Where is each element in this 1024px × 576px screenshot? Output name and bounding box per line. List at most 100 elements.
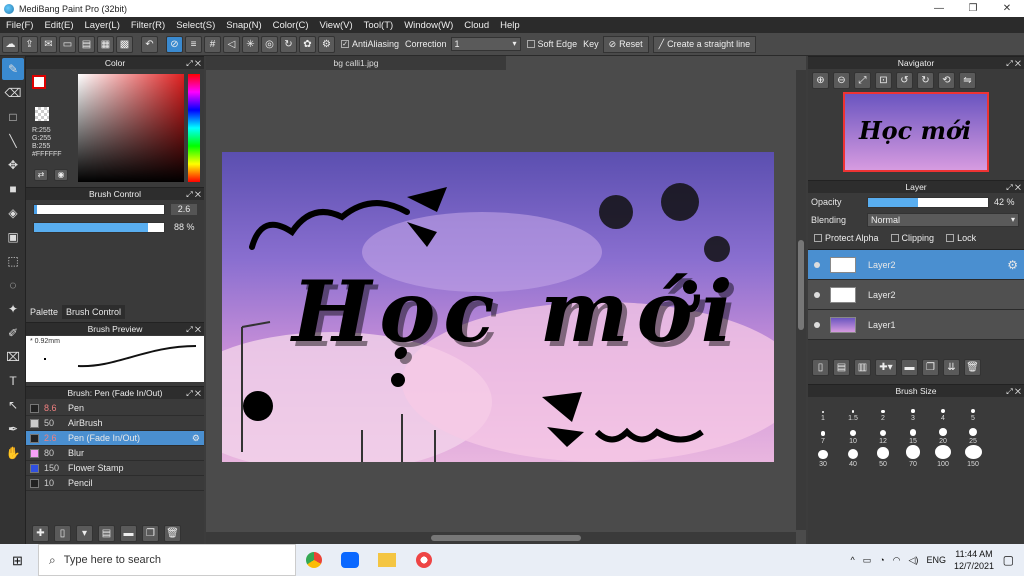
close-icon[interactable]: ⤢ ✕ bbox=[186, 323, 201, 336]
polygon-snap-icon[interactable]: ✿ bbox=[299, 35, 316, 53]
move-tool-icon[interactable]: ✥ bbox=[2, 154, 24, 176]
select-eraser-tool-icon[interactable]: ⌧ bbox=[2, 346, 24, 368]
actual-size-icon[interactable]: ⊡ bbox=[875, 72, 892, 89]
brush-item[interactable]: 50 AirBrush bbox=[26, 416, 204, 431]
layer-item[interactable]: Layer2 bbox=[808, 280, 1024, 310]
navigator-preview[interactable]: Học mới bbox=[843, 92, 989, 172]
zoom-in-icon[interactable]: ⊕ bbox=[812, 72, 829, 89]
brush-size-slider[interactable] bbox=[33, 204, 165, 215]
duplicate-layer-icon[interactable]: ❐ bbox=[922, 359, 939, 376]
blending-select[interactable]: Normal bbox=[867, 213, 1019, 227]
menu-color[interactable]: Color(C) bbox=[267, 20, 314, 31]
visibility-icon[interactable] bbox=[814, 321, 820, 328]
select-pen-tool-icon[interactable]: ✐ bbox=[2, 322, 24, 344]
brush-size-option[interactable]: 3 bbox=[898, 399, 928, 422]
straight-line-button[interactable]: ╱ Create a straight line bbox=[652, 35, 757, 53]
curve-snap-icon[interactable]: ↻ bbox=[280, 35, 297, 53]
volume-icon[interactable]: ◁) bbox=[909, 555, 919, 566]
select-tool-icon[interactable]: ⬚ bbox=[2, 250, 24, 272]
brush-tool-icon[interactable]: ✎ bbox=[2, 58, 24, 80]
menu-window[interactable]: Window(W) bbox=[398, 20, 458, 31]
maximize-button[interactable]: ❐ bbox=[956, 0, 990, 17]
fit-icon[interactable]: ⤢ bbox=[854, 72, 871, 89]
visibility-icon[interactable] bbox=[814, 261, 820, 268]
menu-edit[interactable]: Edit(E) bbox=[38, 20, 78, 31]
antialiasing-checkbox[interactable]: ✓ AntiAliasing bbox=[341, 39, 399, 49]
grid-icon[interactable]: ▦ bbox=[97, 35, 114, 53]
layer-opacity-slider[interactable] bbox=[867, 196, 989, 208]
transparent-color[interactable] bbox=[35, 107, 49, 121]
saturation-value-picker[interactable] bbox=[78, 74, 184, 182]
protect-alpha-checkbox[interactable]: Protect Alpha bbox=[814, 233, 879, 243]
brush-size-option[interactable]: 2 bbox=[868, 399, 898, 422]
close-icon[interactable]: ⤢ ✕ bbox=[1006, 385, 1021, 398]
parallel-snap-icon[interactable]: ≡ bbox=[185, 35, 202, 53]
layer-item[interactable]: Layer1 bbox=[808, 310, 1024, 340]
brush-size-option[interactable]: 70 bbox=[898, 445, 928, 468]
brush-size-option[interactable]: 20 bbox=[928, 422, 958, 445]
eyedropper-tool-icon[interactable]: ✒ bbox=[2, 418, 24, 440]
close-icon[interactable]: ⤢ ✕ bbox=[1006, 57, 1021, 70]
visibility-icon[interactable] bbox=[814, 291, 820, 298]
hand-tool-icon[interactable]: ✋ bbox=[2, 442, 24, 464]
brush-size-option[interactable]: 25 bbox=[958, 422, 988, 445]
magic-wand-tool-icon[interactable]: ✦ bbox=[2, 298, 24, 320]
menu-help[interactable]: Help bbox=[494, 20, 525, 31]
close-icon[interactable]: ⤢ ✕ bbox=[186, 387, 201, 400]
brush-size-option[interactable]: 1 bbox=[808, 399, 838, 422]
eraser-tool-icon[interactable]: ⌫ bbox=[2, 82, 24, 104]
lock-checkbox[interactable]: Lock bbox=[946, 233, 976, 243]
cross-snap-icon[interactable]: # bbox=[204, 35, 221, 53]
snap-off-icon[interactable]: ⊘ bbox=[166, 35, 183, 53]
trash-icon[interactable]: 🗑 bbox=[964, 359, 981, 376]
brush-size-option[interactable]: 30 bbox=[808, 445, 838, 468]
soft-edge-checkbox[interactable]: Soft Edge bbox=[526, 39, 577, 49]
brush-size-option[interactable]: 40 bbox=[838, 445, 868, 468]
correction-select[interactable]: 1 bbox=[450, 37, 521, 51]
layer-item-selected[interactable]: Layer2 ⚙ bbox=[808, 250, 1024, 280]
new-brush-icon[interactable]: ▯ bbox=[54, 525, 71, 542]
brush-size-option[interactable]: 1.5 bbox=[838, 399, 868, 422]
brush-size-option[interactable]: 5 bbox=[958, 399, 988, 422]
lasso-tool-icon[interactable]: ◌ bbox=[2, 274, 24, 296]
network-icon[interactable]: ◔ bbox=[879, 555, 884, 565]
clipping-checkbox[interactable]: Clipping bbox=[890, 233, 934, 243]
windows-start-icon[interactable]: ⊞ bbox=[12, 553, 23, 569]
menu-file[interactable]: File(F) bbox=[0, 20, 38, 31]
vertical-scroll-thumb[interactable] bbox=[798, 240, 804, 330]
new-halftone-layer-icon[interactable]: ▤ bbox=[833, 359, 850, 376]
reset-button[interactable]: ⊘ Reset bbox=[602, 35, 649, 53]
folder-icon[interactable]: ▬ bbox=[120, 525, 137, 542]
chevron-up-icon[interactable]: ^ bbox=[850, 555, 854, 565]
brush-opacity-slider[interactable] bbox=[33, 222, 165, 233]
add-brush-icon[interactable]: ✚ bbox=[32, 525, 49, 542]
save-icon[interactable]: ▤ bbox=[78, 35, 95, 53]
merge-layer-icon[interactable]: ⇊ bbox=[943, 359, 960, 376]
brush-item[interactable]: 150 Flower Stamp bbox=[26, 461, 204, 476]
undo-icon[interactable]: ↶ bbox=[141, 35, 158, 53]
notifications-icon[interactable]: ▢ bbox=[1003, 553, 1014, 567]
file-explorer-icon[interactable] bbox=[378, 553, 396, 567]
brush-item[interactable]: 80 Blur bbox=[26, 446, 204, 461]
brush-size-option[interactable]: 100 bbox=[928, 445, 958, 468]
text-tool-icon[interactable]: T bbox=[2, 370, 24, 392]
brush-menu-icon[interactable]: ▾ bbox=[76, 525, 93, 542]
settings-icon[interactable]: ⚙ bbox=[318, 35, 335, 53]
brush-size-option[interactable]: 150 bbox=[958, 445, 988, 468]
minimize-button[interactable]: — bbox=[922, 0, 956, 17]
new-layer-icon[interactable]: ▯ bbox=[812, 359, 829, 376]
brush-size-option[interactable]: 12 bbox=[868, 422, 898, 445]
battery-icon[interactable]: ▭ bbox=[863, 555, 872, 566]
brush-size-option[interactable]: 50 bbox=[868, 445, 898, 468]
menu-filter[interactable]: Filter(R) bbox=[125, 20, 170, 31]
reset-rotation-icon[interactable]: ⟲ bbox=[938, 72, 955, 89]
zoom-out-icon[interactable]: ⊖ bbox=[833, 72, 850, 89]
menu-select[interactable]: Select(S) bbox=[170, 20, 220, 31]
chat-icon[interactable]: ✉ bbox=[40, 35, 57, 53]
tab-brush-control[interactable]: Brush Control bbox=[62, 305, 126, 319]
vanishing-snap-icon[interactable]: ◁ bbox=[223, 35, 240, 53]
menu-cloud[interactable]: Cloud bbox=[458, 20, 494, 31]
brush-size-value[interactable]: 2.6 bbox=[171, 204, 197, 215]
brush-size-option[interactable]: 7 bbox=[808, 422, 838, 445]
tab-palette[interactable]: Palette bbox=[26, 305, 63, 319]
